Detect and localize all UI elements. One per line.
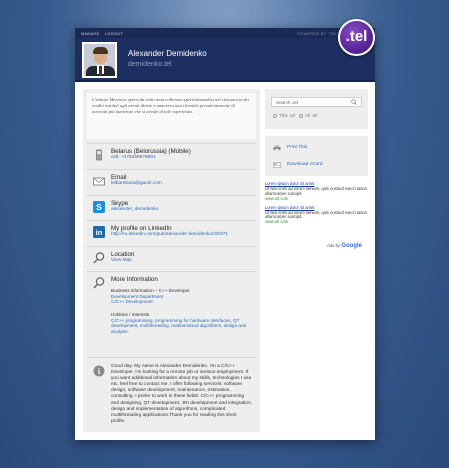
about-section: i Good day. My name is Alexander Demiden… (87, 357, 256, 429)
profile-header: Alexander Demidenko demidenko.tel (75, 38, 375, 82)
radio-all-tel-label: All .tel (304, 113, 318, 118)
profile-domain[interactable]: demidenko.tel (128, 61, 172, 68)
powered-by-text: POWERED BY .TEL (297, 31, 337, 36)
location-pin-icon (93, 252, 105, 264)
svg-text:S: S (96, 202, 102, 212)
contact-linkedin-title: My profile on LinkedIn (111, 225, 172, 232)
mobile-phone-icon (96, 149, 102, 161)
profile-name: Alexander Demidenko (128, 49, 207, 58)
contact-email[interactable]: Email lelbarebara@gamil.com (87, 169, 256, 194)
svg-text:in: in (96, 228, 103, 237)
skype-icon: S (93, 201, 105, 213)
ads-panel: Lorem ipsum dolor sit amet Ut wisi enim … (265, 181, 368, 249)
tel-logo[interactable]: .tel (338, 19, 375, 56)
search-input[interactable]: Search .tel (271, 97, 362, 107)
actions-panel: Print This Download vCard (265, 136, 368, 176)
ad-item[interactable]: Lorem ipsum dolor sit amet Ut wisi enim … (265, 205, 368, 226)
avatar (82, 42, 117, 78)
contact-location[interactable]: Location View Map (87, 246, 256, 270)
radio-this-tel[interactable] (273, 113, 277, 118)
more-information-title: More Information (111, 276, 158, 283)
vcard-icon (273, 162, 281, 168)
business-information: Business information – C++ Developer Dev… (111, 288, 252, 305)
linkedin-icon: in (93, 226, 105, 238)
hobbies-text[interactable]: C/C++ programming, programming for hardw… (111, 318, 252, 335)
ad-url[interactable]: www.url.com (265, 196, 368, 202)
contact-linkedin[interactable]: in My profile on LinkedIn http://ru.link… (87, 220, 256, 245)
search-panel: Search .tel This .tel All .tel (265, 89, 368, 129)
print-label: Print This (287, 145, 308, 150)
contact-location-title: Location (111, 251, 135, 258)
intro-text: L'istituto Mercurio opera da molti anni … (87, 93, 256, 139)
contact-column: L'istituto Mercurio opera da molti anni … (83, 89, 260, 432)
contact-email-title: Email (111, 174, 127, 181)
vcard-label: Download vCard (287, 162, 323, 167)
contact-email-value[interactable]: lelbarebara@gamil.com (111, 181, 162, 186)
print-button[interactable]: Print This (271, 140, 362, 156)
business-link-development[interactable]: C/C++ Development (111, 299, 252, 305)
profile-card: MANAGE LOGOUT POWERED BY .TEL Alexander … (75, 19, 375, 440)
ads-by-google[interactable]: Ads by Google (327, 243, 363, 249)
ads-by-prefix: Ads by (327, 243, 341, 248)
manage-link[interactable]: MANAGE (81, 31, 100, 36)
about-text: Good day. My name is Alexander Demidenko… (111, 364, 252, 424)
hobbies-information: Hobbies / Interests C/C++ programming, p… (111, 312, 252, 335)
contact-linkedin-value[interactable]: http://ru.linkedin.com/pub/alexander-dem… (111, 232, 228, 237)
search-placeholder: Search .tel (276, 100, 298, 105)
printer-icon (273, 145, 281, 151)
radio-all-tel[interactable] (298, 113, 303, 118)
google-logo: Google (341, 243, 363, 249)
contact-mobile[interactable]: Belarus (Belorussia) (Mobile) cell: +375… (87, 143, 256, 168)
contact-mobile-title: Belarus (Belorussia) (Mobile) (111, 148, 191, 155)
top-bar: MANAGE LOGOUT POWERED BY .TEL (75, 28, 375, 38)
contact-location-value[interactable]: View Map (111, 258, 132, 263)
search-icon[interactable] (351, 99, 357, 105)
more-information-section: More Information Business information – … (87, 271, 256, 356)
logout-link[interactable]: LOGOUT (105, 31, 123, 36)
radio-this-tel-label: This .tel (279, 113, 296, 118)
contact-skype-title: Skype (111, 200, 129, 207)
contact-skype-value[interactable]: alexander_demidenko (111, 207, 158, 212)
ad-url[interactable]: www.url.com (265, 219, 368, 225)
download-vcard-button[interactable]: Download vCard (271, 157, 362, 173)
contact-mobile-value[interactable]: cell: +375259578901 (111, 155, 156, 160)
ad-item[interactable]: Lorem ipsum dolor sit amet Ut wisi enim … (265, 181, 368, 202)
magnifier-icon (93, 277, 105, 289)
envelope-icon (93, 177, 105, 186)
search-scope: This .tel All .tel (273, 113, 317, 118)
contact-skype[interactable]: S Skype alexander_demidenko (87, 195, 256, 219)
info-icon: i (93, 365, 105, 377)
